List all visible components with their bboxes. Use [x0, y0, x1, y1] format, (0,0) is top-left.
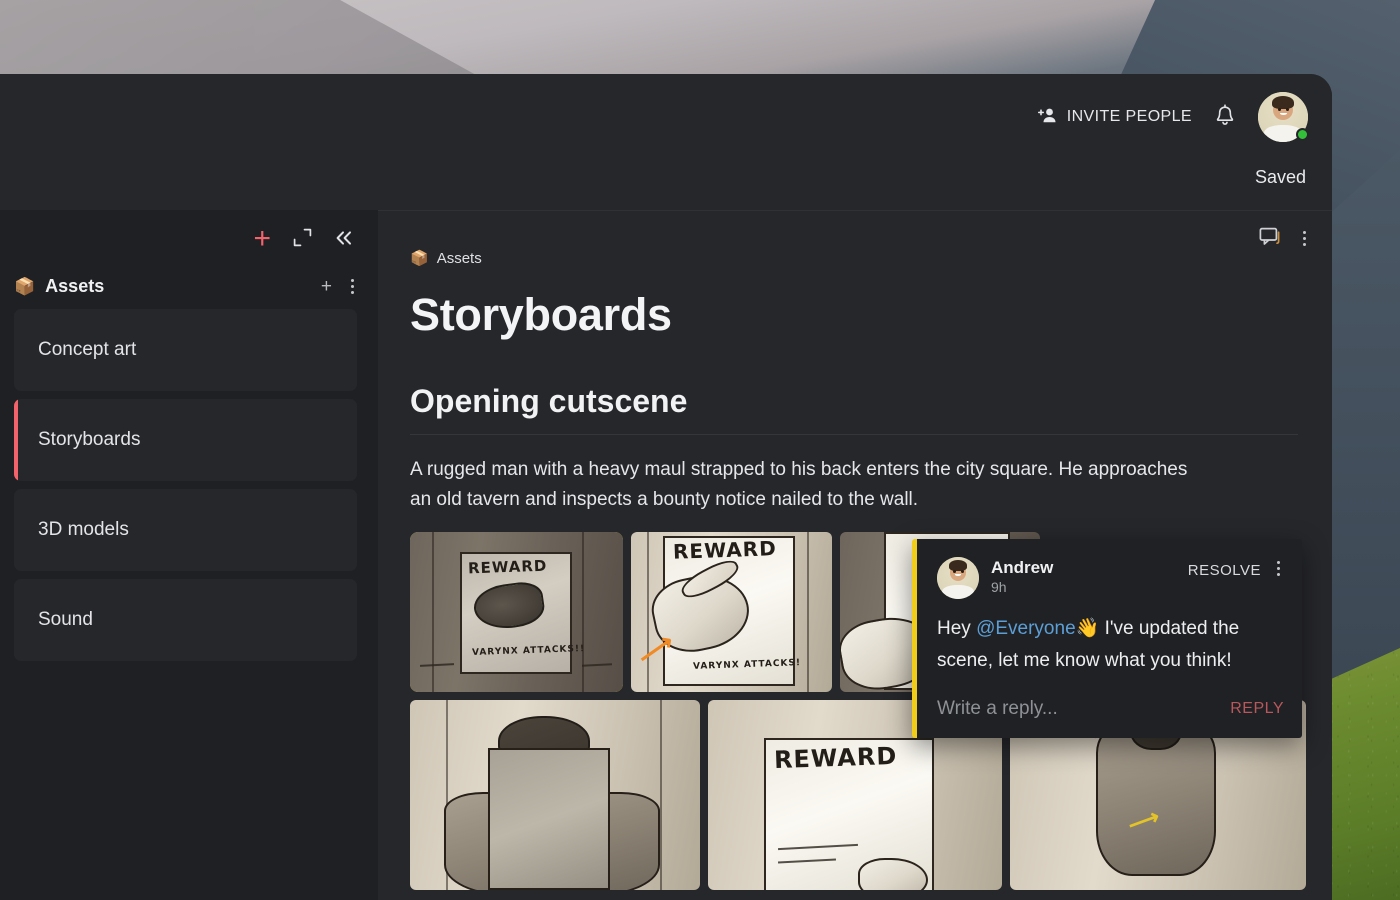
- bell-icon: [1214, 103, 1236, 131]
- poster-title-text: REWARD: [467, 556, 548, 578]
- content-more-button[interactable]: [1299, 229, 1310, 248]
- top-bar: INVITE PEOPLE Saved: [0, 74, 1332, 210]
- reply-button[interactable]: REPLY: [1230, 700, 1284, 718]
- saved-status-label: Saved: [1254, 167, 1306, 187]
- comment-body-text: Hey @Everyone👋 I've updated the scene, l…: [937, 613, 1284, 676]
- poster-title-text: REWARD: [773, 742, 898, 775]
- package-icon: 📦: [410, 250, 429, 267]
- add-new-button[interactable]: +: [253, 224, 271, 254]
- comment-mention[interactable]: @Everyone: [976, 618, 1076, 639]
- sidebar-more-button[interactable]: [347, 277, 358, 296]
- expand-icon: [293, 228, 312, 250]
- collapse-left-icon: [334, 230, 354, 249]
- sidebar-item-sound[interactable]: Sound: [14, 579, 357, 661]
- content-panel: 📦 Assets Storyboards Opening cutscene A …: [378, 210, 1332, 900]
- user-avatar[interactable]: [1258, 92, 1309, 142]
- sidebar-item-concept-art[interactable]: Concept art: [14, 309, 357, 391]
- comment-reply-row: REPLY: [937, 698, 1284, 738]
- storyboard-thumb-reward-poster-varynx[interactable]: REWARD VARYNX ATTACKS!!: [410, 532, 623, 693]
- sidebar-item-label: 3D models: [38, 519, 129, 540]
- sidebar-section-title: Assets: [45, 276, 105, 296]
- notifications-button[interactable]: [1214, 103, 1236, 131]
- comment-popover: Andrew 9h RESOLVE Hey @Everyone👋 I've up…: [912, 539, 1302, 739]
- page-title: Storyboards: [410, 289, 672, 340]
- invite-people-button[interactable]: INVITE PEOPLE: [1037, 107, 1192, 128]
- comment-meta: Andrew 9h: [991, 557, 1176, 595]
- storyboard-thumb-man-reading-notice[interactable]: [410, 700, 700, 891]
- online-status-dot: [1296, 128, 1309, 141]
- sidebar-item-label: Sound: [38, 609, 93, 630]
- expand-button[interactable]: [293, 228, 312, 250]
- wave-emoji: 👋: [1075, 618, 1100, 639]
- comment-text-before: Hey: [937, 618, 977, 639]
- person-add-icon: [1037, 107, 1058, 128]
- top-bar-actions: INVITE PEOPLE: [1037, 92, 1309, 142]
- sidebar-add-item-button[interactable]: +: [316, 277, 337, 296]
- avatar-image: [937, 557, 979, 599]
- reply-input[interactable]: [937, 698, 1187, 721]
- sidebar-section-header[interactable]: 📦 Assets +: [0, 268, 378, 309]
- comment-more-button[interactable]: [1273, 557, 1284, 578]
- resolve-button[interactable]: RESOLVE: [1188, 557, 1261, 579]
- sidebar-item-label: Concept art: [38, 339, 137, 360]
- sidebar: + 📦 Assets + Concept art Storyboards 3D …: [0, 210, 378, 900]
- comments-button[interactable]: [1259, 227, 1281, 250]
- sidebar-item-label: Storyboards: [38, 429, 141, 450]
- comment-timestamp: 9h: [991, 579, 1007, 596]
- breadcrumb[interactable]: 📦 Assets: [410, 249, 482, 268]
- poster-title-text: REWARD: [672, 536, 778, 565]
- collapse-sidebar-button[interactable]: [334, 230, 354, 249]
- storyboard-thumb-hand-on-poster[interactable]: REWARD ⟶ VARYNX ATTACKS!: [631, 532, 832, 693]
- sidebar-nav-list: Concept art Storyboards 3D models Sound: [0, 309, 378, 661]
- comment-bubble-icon: [1259, 227, 1281, 250]
- comment-header: Andrew 9h RESOLVE: [937, 557, 1284, 599]
- sidebar-toolbar: +: [0, 210, 378, 268]
- section-heading: Opening cutscene: [410, 383, 1298, 435]
- invite-people-label: INVITE PEOPLE: [1066, 108, 1192, 125]
- sidebar-item-storyboards[interactable]: Storyboards: [14, 399, 357, 481]
- comment-author-name: Andrew: [991, 558, 1054, 577]
- package-icon: 📦: [14, 277, 36, 296]
- sidebar-item-3d-models[interactable]: 3D models: [14, 489, 357, 571]
- breadcrumb-label: Assets: [436, 249, 482, 267]
- window-body: + 📦 Assets + Concept art Storyboards 3D …: [0, 210, 1332, 900]
- app-window: INVITE PEOPLE Saved + 📦 Assets + Concept…: [0, 74, 1332, 900]
- section-body-text: A rugged man with a heavy maul strapped …: [410, 459, 1188, 510]
- comment-author-avatar[interactable]: [937, 557, 979, 599]
- content-toolbar: [1259, 227, 1310, 250]
